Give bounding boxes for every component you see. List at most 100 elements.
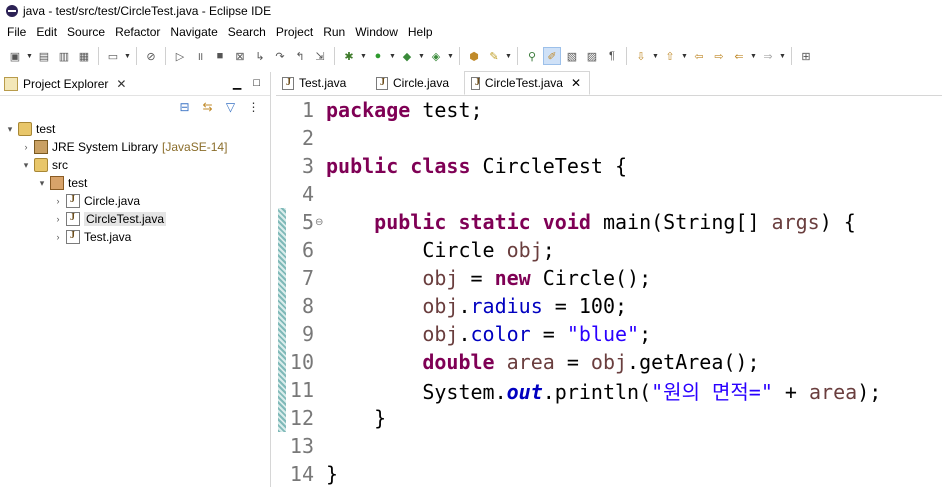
collapse-all-icon[interactable]: ⊟ bbox=[178, 100, 191, 114]
tree-item-project[interactable]: ▾ test bbox=[0, 120, 270, 138]
chevron-right-icon[interactable]: › bbox=[52, 214, 64, 224]
suspend-icon[interactable]: ॥ bbox=[191, 47, 209, 65]
debug-icon[interactable]: ✱ bbox=[340, 47, 358, 65]
open-perspective-icon[interactable]: ⊞ bbox=[797, 47, 815, 65]
forward-icon[interactable]: ⇒ bbox=[759, 47, 777, 65]
run-dropdown-icon[interactable]: ▼ bbox=[389, 53, 396, 60]
menu-window[interactable]: Window bbox=[350, 25, 403, 39]
view-menu-icon[interactable]: ⋮ bbox=[247, 100, 260, 114]
code-line: 11 System.out.println("원의 면적=" + area); bbox=[276, 376, 881, 404]
tree-item-file-selected[interactable]: › CircleTest.java bbox=[0, 210, 270, 228]
save-all-icon[interactable]: ▥ bbox=[55, 47, 73, 65]
new-java-package-icon[interactable]: ⬢ bbox=[465, 47, 483, 65]
line-number: 7 bbox=[301, 266, 314, 290]
open-type-icon[interactable]: ⚲ bbox=[523, 47, 541, 65]
menu-edit[interactable]: Edit bbox=[31, 25, 62, 39]
tree-item-package[interactable]: ▾ test bbox=[0, 174, 270, 192]
last-edit-location-icon[interactable]: ⇦ bbox=[690, 47, 708, 65]
code-area[interactable]: 1 package test; 2 3 public class CircleT… bbox=[276, 96, 942, 487]
tree-item-jre-library[interactable]: › JRE System Library [JavaSE-14] bbox=[0, 138, 270, 156]
chevron-down-icon[interactable]: ▾ bbox=[20, 160, 32, 171]
line-number: 1 bbox=[301, 98, 314, 122]
minimize-icon[interactable]: ▁ bbox=[233, 77, 241, 90]
tab-circletest-java[interactable]: CircleTest.java ✕ bbox=[464, 71, 590, 95]
forward-dropdown-icon[interactable]: ▼ bbox=[779, 53, 786, 60]
tree-item-src[interactable]: ▾ src bbox=[0, 156, 270, 174]
terminal-icon[interactable]: ▭ bbox=[104, 47, 122, 65]
show-whitespace-icon[interactable]: ¶ bbox=[603, 47, 621, 65]
tree-item-file[interactable]: › Test.java bbox=[0, 228, 270, 246]
previous-annotation-icon[interactable]: ⇧ bbox=[661, 47, 679, 65]
code-line: 9 obj.color = "blue"; bbox=[276, 320, 651, 348]
tab-circle-java[interactable]: Circle.java bbox=[370, 71, 464, 95]
mark-occurrences-icon[interactable]: ✐ bbox=[543, 47, 561, 65]
step-into-icon[interactable]: ↳ bbox=[251, 47, 269, 65]
run-icon[interactable]: ● bbox=[369, 47, 387, 65]
menu-source[interactable]: Source bbox=[62, 25, 110, 39]
resume-icon[interactable]: ▷ bbox=[171, 47, 189, 65]
drop-to-frame-icon[interactable]: ⇲ bbox=[311, 47, 329, 65]
chevron-right-icon[interactable]: › bbox=[52, 196, 64, 206]
menu-help[interactable]: Help bbox=[403, 25, 438, 39]
new-java-class-icon[interactable]: ✎ bbox=[485, 47, 503, 65]
close-icon[interactable]: ✕ bbox=[116, 77, 126, 91]
skip-breakpoints-icon[interactable]: ⊘ bbox=[142, 47, 160, 65]
tree-item-label: test bbox=[36, 122, 56, 136]
coverage-icon[interactable]: ◆ bbox=[398, 47, 416, 65]
step-over-icon[interactable]: ↷ bbox=[271, 47, 289, 65]
back-icon[interactable]: ⇐ bbox=[730, 47, 748, 65]
debug-dropdown-icon[interactable]: ▼ bbox=[360, 53, 367, 60]
terminate-icon[interactable]: ■ bbox=[211, 47, 229, 65]
tree-item-file[interactable]: › Circle.java bbox=[0, 192, 270, 210]
step-return-icon[interactable]: ↰ bbox=[291, 47, 309, 65]
line-number: 2 bbox=[301, 126, 314, 150]
code-field: radius bbox=[470, 294, 543, 318]
chevron-right-icon[interactable]: › bbox=[20, 142, 32, 152]
new-icon[interactable]: ▣ bbox=[6, 47, 24, 65]
code-text: = 100; bbox=[542, 294, 628, 318]
previous-annotation-dropdown-icon[interactable]: ▼ bbox=[681, 53, 688, 60]
chevron-down-icon[interactable]: ▾ bbox=[4, 124, 16, 135]
chevron-right-icon[interactable]: › bbox=[52, 232, 64, 242]
java-file-icon bbox=[66, 212, 80, 226]
coverage-dropdown-icon[interactable]: ▼ bbox=[418, 53, 425, 60]
forward-history-icon[interactable]: ⇨ bbox=[710, 47, 728, 65]
toolbar-separator bbox=[165, 47, 166, 65]
code-text: .println( bbox=[542, 379, 652, 404]
external-tools-icon[interactable]: ◈ bbox=[427, 47, 445, 65]
menu-run[interactable]: Run bbox=[318, 25, 350, 39]
new-class-dropdown-icon[interactable]: ▼ bbox=[505, 53, 512, 60]
toolbar-separator bbox=[517, 47, 518, 65]
code-line: 3 public class CircleTest { bbox=[276, 152, 627, 180]
next-annotation-dropdown-icon[interactable]: ▼ bbox=[652, 53, 659, 60]
menu-navigate[interactable]: Navigate bbox=[165, 25, 222, 39]
code-text: CircleTest { bbox=[470, 154, 628, 178]
tab-test-java[interactable]: Test.java bbox=[276, 71, 370, 95]
fold-collapse-icon[interactable]: ⊖ bbox=[314, 217, 326, 228]
chevron-down-icon[interactable]: ▾ bbox=[36, 178, 48, 189]
new-dropdown-icon[interactable]: ▼ bbox=[26, 53, 33, 60]
print-icon[interactable]: ▦ bbox=[75, 47, 93, 65]
maximize-icon[interactable]: □ bbox=[253, 77, 260, 90]
toolbar-separator bbox=[334, 47, 335, 65]
line-number: 8 bbox=[301, 294, 314, 318]
disconnect-icon[interactable]: ⊠ bbox=[231, 47, 249, 65]
save-icon[interactable]: ▤ bbox=[35, 47, 53, 65]
filter-icon[interactable]: ▽ bbox=[224, 100, 237, 114]
next-annotation-icon[interactable]: ⇩ bbox=[632, 47, 650, 65]
external-tools-dropdown-icon[interactable]: ▼ bbox=[447, 53, 454, 60]
code-text: ); bbox=[857, 379, 882, 404]
link-with-editor-icon[interactable]: ⇆ bbox=[201, 100, 214, 114]
menu-refactor[interactable]: Refactor bbox=[110, 25, 165, 39]
menu-file[interactable]: File bbox=[2, 25, 31, 39]
block-selection-icon[interactable]: ▨ bbox=[583, 47, 601, 65]
toggle-breadcrumb-icon[interactable]: ▧ bbox=[563, 47, 581, 65]
terminal-dropdown-icon[interactable]: ▼ bbox=[124, 53, 131, 60]
menu-project[interactable]: Project bbox=[271, 25, 318, 39]
close-icon[interactable]: ✕ bbox=[571, 76, 581, 90]
project-explorer-tab[interactable]: Project Explorer ✕ ▁ □ bbox=[0, 72, 270, 96]
back-dropdown-icon[interactable]: ▼ bbox=[750, 53, 757, 60]
tree-item-label: src bbox=[52, 158, 68, 172]
menu-search[interactable]: Search bbox=[223, 25, 271, 39]
